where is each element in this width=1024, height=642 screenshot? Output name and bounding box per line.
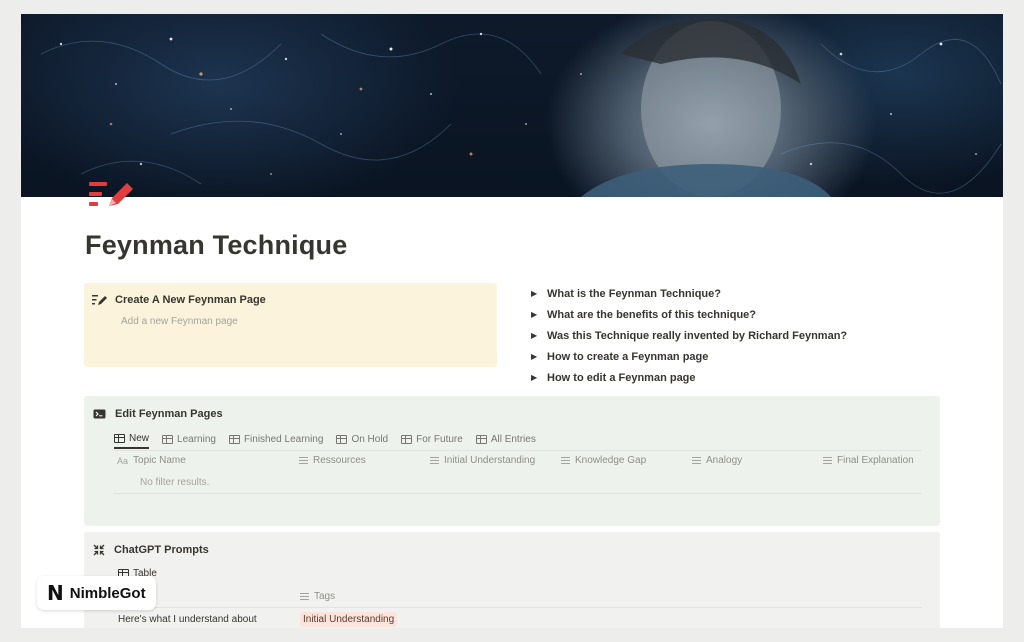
toggle-label: Was this Technique really invented by Ri… [547, 329, 848, 342]
table-icon [162, 434, 174, 444]
tab-label: Finished Learning [243, 433, 324, 445]
terminal-icon [93, 409, 106, 419]
column-label: Ressources [313, 455, 366, 466]
compress-icon [93, 544, 105, 556]
cover-image[interactable] [21, 14, 1003, 197]
tab-finished-learning[interactable]: Finished Learning [228, 429, 324, 449]
toggle-label: What is the Feynman Technique? [547, 287, 721, 300]
triangle-right-icon[interactable]: ▶ [531, 352, 539, 361]
prompt-row-name[interactable]: Here's what I understand about [118, 614, 257, 625]
toggle-label: What are the benefits of this technique? [547, 308, 757, 321]
text-lines-icon [561, 457, 570, 464]
column-topic-name[interactable]: Aa Topic Name [117, 455, 186, 466]
view-tabs: New Learning Finished Learning On Hold F… [114, 429, 536, 449]
toggle-label: How to create a Feynman page [547, 350, 709, 363]
triangle-right-icon[interactable]: ▶ [531, 373, 539, 382]
text-type-icon: Aa [117, 455, 129, 466]
divider [114, 450, 922, 451]
prompts-header: ChatGPT Prompts [93, 544, 209, 556]
pencil-list-icon [92, 295, 107, 305]
brand-logo: N [47, 581, 64, 605]
column-label: Topic Name [133, 455, 186, 466]
column-label: Tags [314, 591, 336, 602]
toggle-item[interactable]: ▶ Was this Technique really invented by … [531, 325, 951, 346]
column-tags[interactable]: Tags [300, 591, 335, 602]
table-icon [336, 434, 348, 444]
column-label: Knowledge Gap [575, 455, 647, 466]
table-icon [401, 434, 413, 444]
toggle-item[interactable]: ▶ What is the Feynman Technique? [531, 283, 951, 304]
triangle-right-icon[interactable]: ▶ [531, 289, 539, 298]
page-title[interactable]: Feynman Technique [85, 230, 347, 261]
column-knowledge-gap[interactable]: Knowledge Gap [561, 455, 646, 466]
tab-label: On Hold [351, 433, 389, 445]
column-analogy[interactable]: Analogy [692, 455, 742, 466]
text-lines-icon [430, 457, 439, 464]
column-ressources[interactable]: Ressources [299, 455, 366, 466]
create-page-callout: Create A New Feynman Page Add a new Feyn… [84, 283, 497, 367]
toggle-item[interactable]: ▶ How to create a Feynman page [531, 346, 951, 367]
column-initial-understanding[interactable]: Initial Understanding [430, 455, 535, 466]
column-label: Analogy [706, 455, 743, 466]
edit-pages-header: Edit Feynman Pages [93, 408, 223, 420]
tab-label: All Entries [490, 433, 536, 445]
triangle-right-icon[interactable]: ▶ [531, 331, 539, 340]
toggle-item[interactable]: ▶ What are the benefits of this techniqu… [531, 304, 951, 325]
table-icon [114, 433, 125, 443]
brand-name: NimbleGot [69, 584, 146, 602]
tab-for-future[interactable]: For Future [401, 429, 463, 449]
empty-state-text: No filter results. [140, 477, 210, 488]
edit-pages-title: Edit Feynman Pages [115, 408, 223, 420]
divider [114, 607, 922, 608]
prompts-title: ChatGPT Prompts [114, 544, 209, 556]
table-header: Aa Topic Name Ressources Initial Underst… [117, 455, 927, 473]
tab-all-entries[interactable]: All Entries [475, 429, 536, 449]
column-label: Final Explanation [837, 455, 914, 466]
tab-learning[interactable]: Learning [162, 429, 216, 449]
text-lines-icon [692, 457, 701, 464]
column-final-explanation[interactable]: Final Explanation [823, 455, 914, 466]
tab-label: Learning [177, 433, 216, 445]
table-icon [228, 434, 240, 444]
callout-header: Create A New Feynman Page [92, 294, 266, 306]
column-label: Initial Understanding [444, 455, 536, 466]
list-icon [300, 593, 309, 600]
table-icon [475, 434, 487, 444]
toggle-item[interactable]: ▶ How to edit a Feynman page [531, 367, 951, 388]
add-page-button[interactable]: Add a new Feynman page [121, 316, 238, 327]
tab-label: New [129, 432, 150, 444]
notion-page: Feynman Technique Create A New Feynman P… [21, 14, 1003, 628]
page-icon[interactable] [87, 180, 137, 212]
divider [114, 493, 922, 494]
tab-new[interactable]: New [114, 429, 150, 449]
tab-label: For Future [416, 433, 463, 445]
edit-pages-block: Edit Feynman Pages New Learning Finished… [84, 396, 940, 526]
pencil-list-icon [89, 182, 133, 206]
tab-on-hold[interactable]: On Hold [336, 429, 388, 449]
tag-badge: Initial Understanding [300, 612, 398, 627]
chatgpt-prompts-block: ChatGPT Prompts Table Tags Here's what I… [84, 532, 940, 628]
triangle-right-icon[interactable]: ▶ [531, 310, 539, 319]
text-lines-icon [823, 457, 832, 464]
toggle-label: How to edit a Feynman page [547, 371, 696, 384]
faq-toggle-list: ▶ What is the Feynman Technique? ▶ What … [531, 283, 951, 388]
callout-title: Create A New Feynman Page [115, 294, 266, 306]
brand-watermark: N NimbleGot [37, 576, 156, 610]
cover-artwork [40, 18, 1002, 197]
text-lines-icon [299, 457, 308, 464]
